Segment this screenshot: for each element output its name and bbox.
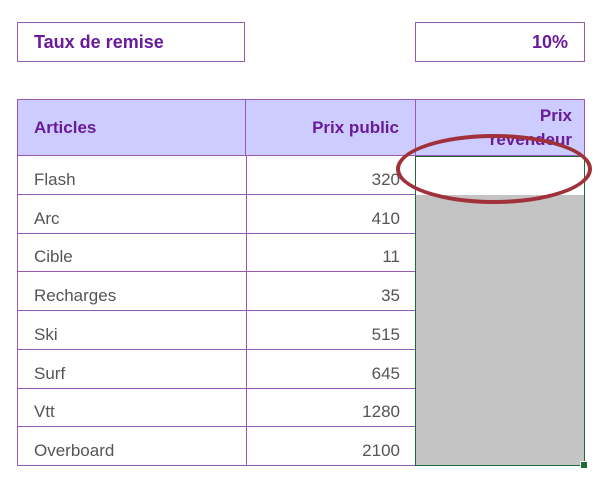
fill-handle[interactable] bbox=[580, 461, 588, 469]
active-cell[interactable] bbox=[416, 157, 584, 195]
table-row: Surf 645 bbox=[17, 349, 416, 389]
public-price-cell[interactable]: 410 bbox=[246, 194, 416, 233]
article-name-cell[interactable]: Ski bbox=[34, 311, 58, 349]
table-row: Recharges 35 bbox=[17, 272, 415, 311]
header-articles-cell[interactable]: Articles bbox=[18, 100, 246, 155]
header-reseller-price-cell[interactable]: Prix revendeur bbox=[416, 100, 586, 155]
header-public-price-label: Prix public bbox=[312, 117, 399, 137]
table-row: Ski 515 bbox=[17, 311, 415, 350]
header-articles-label: Articles bbox=[34, 117, 97, 137]
discount-rate-label-cell[interactable]: Taux de remise bbox=[17, 22, 245, 62]
discount-rate-value: 10% bbox=[531, 31, 568, 52]
public-price-cell[interactable]: 515 bbox=[246, 311, 416, 349]
public-price-cell[interactable]: 2100 bbox=[246, 427, 416, 465]
article-name-cell[interactable]: Arc bbox=[34, 195, 60, 233]
table-row: Flash 320 bbox=[17, 156, 415, 195]
article-name-cell[interactable]: Cible bbox=[34, 234, 73, 272]
header-reseller-price-line1: Prix bbox=[539, 106, 572, 125]
table-row: Vtt 1280 bbox=[17, 388, 416, 428]
public-price-cell[interactable]: 11 bbox=[246, 233, 416, 272]
public-price-cell[interactable]: 645 bbox=[246, 349, 416, 388]
table-row: Arc 410 bbox=[17, 194, 416, 234]
header-reseller-price-line2: revendeur bbox=[489, 130, 572, 149]
article-name-cell[interactable]: Vtt bbox=[34, 389, 55, 427]
article-name-cell[interactable]: Surf bbox=[34, 350, 65, 388]
table-row: Cible 11 bbox=[17, 233, 416, 273]
table-row: Overboard 2100 bbox=[17, 427, 415, 466]
discount-rate-value-cell[interactable]: 10% bbox=[415, 22, 585, 62]
discount-rate-label: Taux de remise bbox=[34, 31, 164, 52]
public-price-cell[interactable]: 35 bbox=[246, 272, 416, 310]
article-name-cell[interactable]: Flash bbox=[34, 156, 76, 194]
public-price-cell[interactable]: 1280 bbox=[246, 388, 416, 427]
public-price-cell[interactable]: 320 bbox=[246, 156, 416, 194]
article-name-cell[interactable]: Recharges bbox=[34, 272, 116, 310]
article-name-cell[interactable]: Overboard bbox=[34, 427, 114, 465]
table-header-row: Articles Prix public Prix revendeur bbox=[17, 99, 585, 156]
reseller-price-selection[interactable] bbox=[415, 156, 588, 469]
header-public-price-cell[interactable]: Prix public bbox=[246, 100, 416, 155]
